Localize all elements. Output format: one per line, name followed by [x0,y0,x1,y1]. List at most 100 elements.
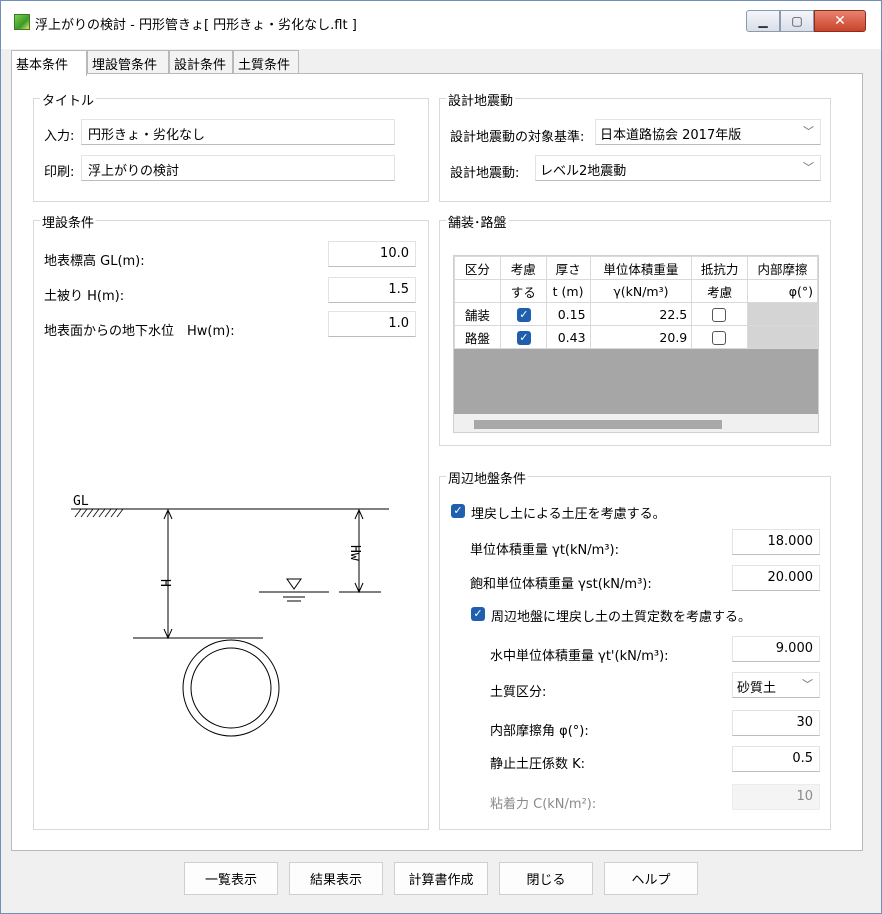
title-group: タイトル 入力: 円形きょ・劣化なし 印刷: 浮上がりの検討 [33,90,429,202]
table-row: 舗装 ✓ 0.15 22.5 [454,302,818,326]
consider-cell[interactable]: ✓ [499,325,547,349]
table-header: 区分 [454,256,501,280]
window-title: 浮上がりの検討 - 円形管きょ[ 円形きょ・劣化なし.flt ] [35,18,357,33]
soil-type-select[interactable]: 砂質土 ﹀ [732,672,820,698]
app-icon [14,14,30,30]
group-title: 舗装･路盤 [446,212,509,231]
backfill-pressure-label: 埋戻し土による土圧を考慮する。 [471,507,666,522]
table-header: 考慮 [691,279,749,303]
resist-cell[interactable] [691,302,749,326]
chevron-down-icon: ﹀ [803,161,814,174]
gl-text: GL [73,494,89,509]
tab-soil-conditions[interactable]: 土質条件 [233,50,299,74]
unit-weight-cell[interactable]: 22.5 [589,302,693,326]
minimize-icon: ▁ [758,14,768,28]
soil-type-label: 土質区分: [490,685,547,700]
checkbox-unchecked-icon[interactable] [712,308,727,322]
title-print-field[interactable]: 浮上がりの検討 [81,155,395,181]
input-label: 入力: [44,129,75,144]
seismic-motion-label: 設計地震動: [450,166,520,181]
hw-text: Hw [347,545,362,561]
maximize-icon: ▢ [791,14,803,28]
cohesion-label: 粘着力 C(kN/m²): [490,797,597,812]
friction-cell [747,302,818,326]
soil-constant-checkbox[interactable]: ✓ [471,607,485,621]
friction-cell [747,325,818,349]
pavement-table: 区分 考慮 厚さ 単位体積重量 抵抗力 内部摩擦 する t (m) γ(kN/m… [454,256,818,349]
result-view-button[interactable]: 結果表示 [289,862,383,895]
group-title: 設計地震動 [446,90,516,109]
checkbox-checked-icon[interactable]: ✓ [516,308,531,322]
gl-input[interactable]: 10.0 [328,241,416,267]
table-header: する [499,279,547,303]
pavement-group: 舗装･路盤 区分 考慮 厚さ 単位体積重量 抵抗力 内部摩擦 する t (m) [439,212,831,446]
tab-page: タイトル 入力: 円形きょ・劣化なし 印刷: 浮上がりの検討 設計地震動 設計地… [11,73,863,851]
earth-pressure-coefficient-input[interactable]: 0.5 [732,746,820,772]
chevron-down-icon: ﹀ [802,678,813,691]
group-title: 埋設条件 [40,212,97,231]
tab-basic-conditions[interactable]: 基本条件 [11,50,87,76]
row-name: 路盤 [454,325,501,349]
submerged-weight-label: 水中単位体積重量 γt'(kN/m³): [490,649,669,664]
title-bar: 浮上がりの検討 - 円形管きょ[ 円形きょ・劣化なし.flt ] ▁ ▢ ✕ [1,1,881,49]
unit-weight-input[interactable]: 18.000 [732,529,820,555]
tab-design-conditions[interactable]: 設計条件 [169,50,233,74]
tab-label: 埋設管条件 [92,58,158,73]
burial-diagram: GL H Hw [71,401,391,805]
table-header: φ(°) [747,279,818,303]
table-header: 単位体積重量 [589,256,693,280]
list-view-button[interactable]: 一覧表示 [184,862,278,895]
horizontal-scrollbar[interactable] [454,414,818,432]
pavement-table-container: 区分 考慮 厚さ 単位体積重量 抵抗力 内部摩擦 する t (m) γ(kN/m… [453,255,819,433]
select-value: 日本道路協会 2017年版 [600,128,742,143]
close-icon: ✕ [834,13,846,29]
chevron-down-icon: ﹀ [803,125,814,138]
group-title: タイトル [40,90,97,109]
help-button[interactable]: ヘルプ [604,862,698,895]
cover-label: 土被り H(m): [44,289,125,304]
maximize-button[interactable]: ▢ [780,10,814,32]
row-name: 舗装 [454,302,501,326]
backfill-pressure-checkbox[interactable]: ✓ [451,504,465,518]
seismic-standard-select[interactable]: 日本道路協会 2017年版 ﹀ [595,119,821,145]
tab-label: 基本条件 [16,58,69,73]
seismic-motion-select[interactable]: レベル2地震動 ﹀ [535,155,821,181]
burial-group: 埋設条件 地表標高 GL(m): 10.0 土被り H(m): 1.5 地表面か… [33,212,429,830]
checkbox-unchecked-icon[interactable] [712,331,727,345]
minimize-button[interactable]: ▁ [746,10,780,32]
seismic-standard-label: 設計地震動の対象基準: [450,130,585,145]
earth-pressure-coefficient-label: 静止土圧係数 K: [490,757,586,772]
friction-angle-input[interactable]: 30 [732,710,820,736]
thickness-cell[interactable]: 0.43 [545,325,591,349]
close-dialog-button[interactable]: 閉じる [499,862,593,895]
table-header: 考慮 [499,256,547,280]
checkbox-checked-icon[interactable]: ✓ [516,331,531,345]
surrounding-ground-group: 周辺地盤条件 ✓ 埋戻し土による土圧を考慮する。 単位体積重量 γt(kN/m³… [439,468,831,830]
groundwater-label: 地表面からの地下水位 Hw(m): [44,324,235,339]
cover-input[interactable]: 1.5 [328,277,416,303]
tab-label: 設計条件 [174,58,227,73]
thickness-cell[interactable]: 0.15 [545,302,591,326]
table-header: 厚さ [545,256,591,280]
groundwater-input[interactable]: 1.0 [328,311,416,337]
unit-weight-cell[interactable]: 20.9 [589,325,693,349]
group-title: 周辺地盤条件 [446,468,529,487]
create-report-button[interactable]: 計算書作成 [394,862,488,895]
select-value: 砂質土 [737,681,777,696]
table-row: 路盤 ✓ 0.43 20.9 [454,325,818,349]
submerged-weight-input[interactable]: 9.000 [732,636,820,662]
unit-weight-label: 単位体積重量 γt(kN/m³): [470,543,619,558]
title-input-field[interactable]: 円形きょ・劣化なし [81,119,395,145]
table-header: t (m) [545,279,591,303]
table-header [454,279,501,303]
tab-pipe-conditions[interactable]: 埋設管条件 [87,50,169,74]
close-button[interactable]: ✕ [814,10,866,32]
friction-angle-label: 内部摩擦角 φ(°): [490,724,589,739]
saturated-weight-input[interactable]: 20.000 [732,565,820,591]
scrollbar-thumb[interactable] [474,420,722,429]
h-text: H [157,579,172,587]
resist-cell[interactable] [691,325,749,349]
main-window: 浮上がりの検討 - 円形管きょ[ 円形きょ・劣化なし.flt ] ▁ ▢ ✕ 基… [0,0,882,914]
consider-cell[interactable]: ✓ [499,302,547,326]
cohesion-input-disabled: 10 [732,784,820,810]
